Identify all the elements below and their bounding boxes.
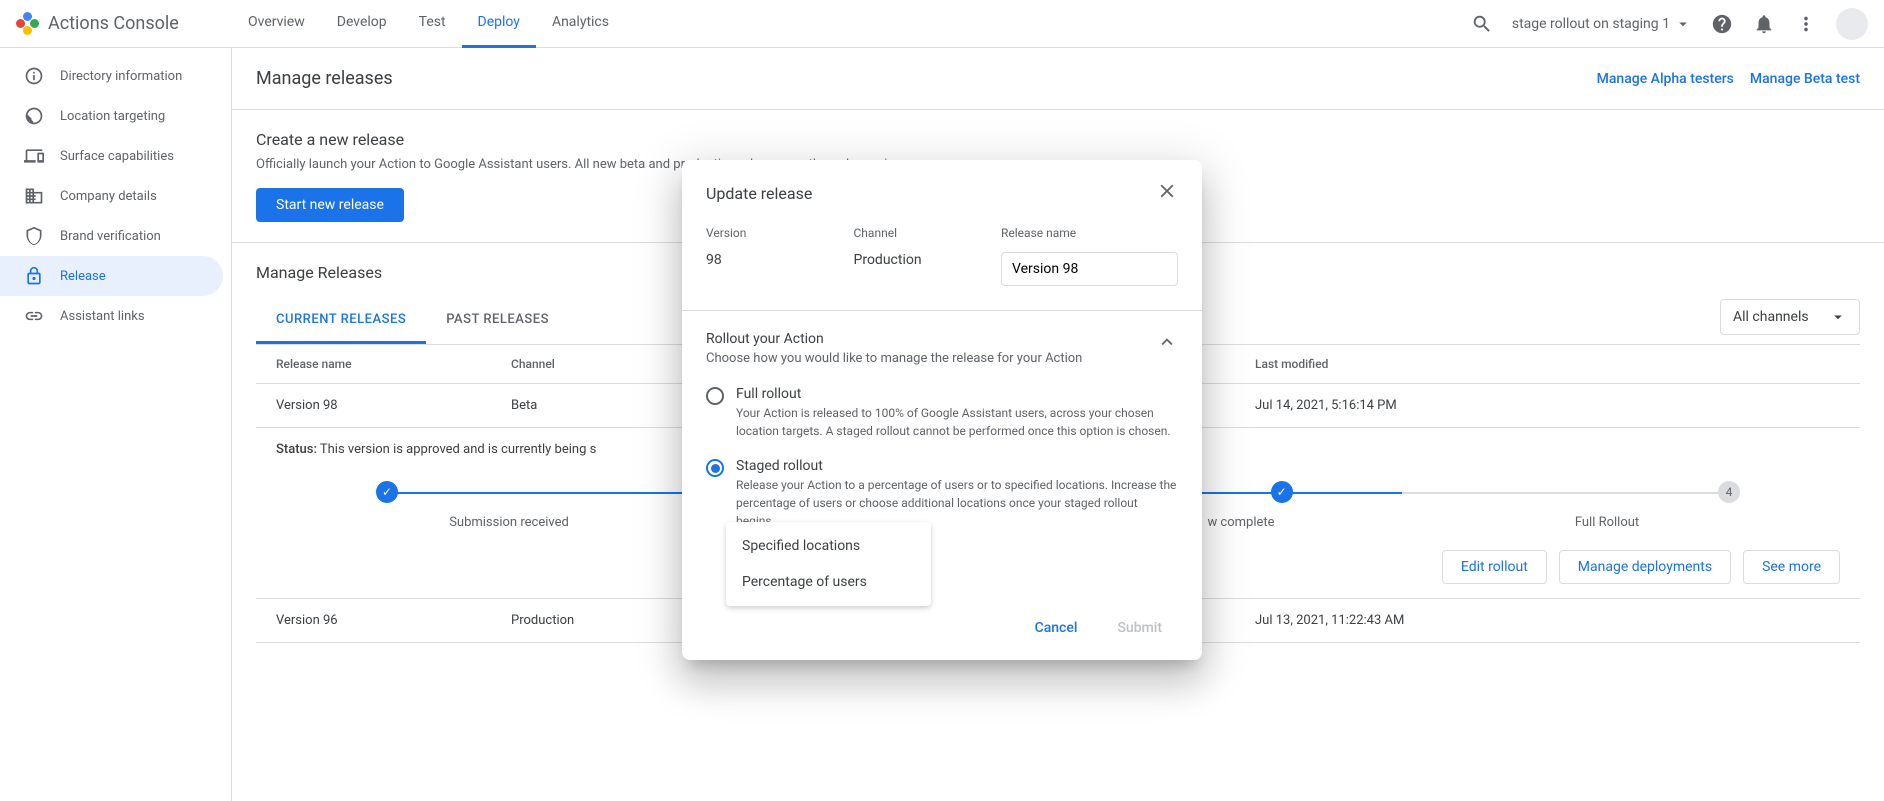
modal-info-grid: Version 98 Channel Production Release na… — [682, 218, 1202, 311]
rollout-radio-group: Full rollout Your Action is released to … — [682, 370, 1202, 530]
update-release-modal: Update release Version 98 Channel Produc… — [682, 160, 1202, 660]
modal-scrim[interactable]: Update release Version 98 Channel Produc… — [0, 0, 1884, 801]
radio-icon — [706, 387, 724, 405]
modal-col-version: Version 98 — [706, 226, 854, 286]
modal-header: Update release — [682, 160, 1202, 218]
rollout-subtitle: Choose how you would like to manage the … — [706, 351, 1156, 366]
close-icon[interactable] — [1156, 180, 1178, 206]
label-release-name: Release name — [1001, 226, 1178, 240]
radio-full-rollout[interactable]: Full rollout Your Action is released to … — [706, 386, 1178, 440]
radio-label: Staged rollout — [736, 458, 1178, 474]
modal-col-release-name: Release name — [1001, 226, 1178, 286]
staged-rollout-dropdown: Specified locations Percentage of users — [726, 522, 931, 606]
dropdown-option-locations[interactable]: Specified locations — [726, 528, 931, 564]
modal-title: Update release — [706, 184, 812, 203]
release-name-input[interactable] — [1001, 252, 1178, 286]
rollout-title: Rollout your Action — [706, 331, 1156, 347]
chevron-up-icon — [1156, 331, 1178, 353]
cancel-button[interactable]: Cancel — [1019, 612, 1094, 644]
radio-staged-rollout[interactable]: Staged rollout Release your Action to a … — [706, 458, 1178, 530]
label-channel: Channel — [854, 226, 1002, 240]
modal-col-channel: Channel Production — [854, 226, 1002, 286]
value-channel: Production — [854, 252, 1002, 268]
rollout-section-header[interactable]: Rollout your Action Choose how you would… — [682, 311, 1202, 370]
radio-label: Full rollout — [736, 386, 1178, 402]
value-version: 98 — [706, 252, 854, 268]
dropdown-option-percentage[interactable]: Percentage of users — [726, 564, 931, 600]
label-version: Version — [706, 226, 854, 240]
radio-icon — [706, 459, 724, 477]
submit-button[interactable]: Submit — [1101, 612, 1178, 644]
radio-desc: Your Action is released to 100% of Googl… — [736, 404, 1178, 440]
